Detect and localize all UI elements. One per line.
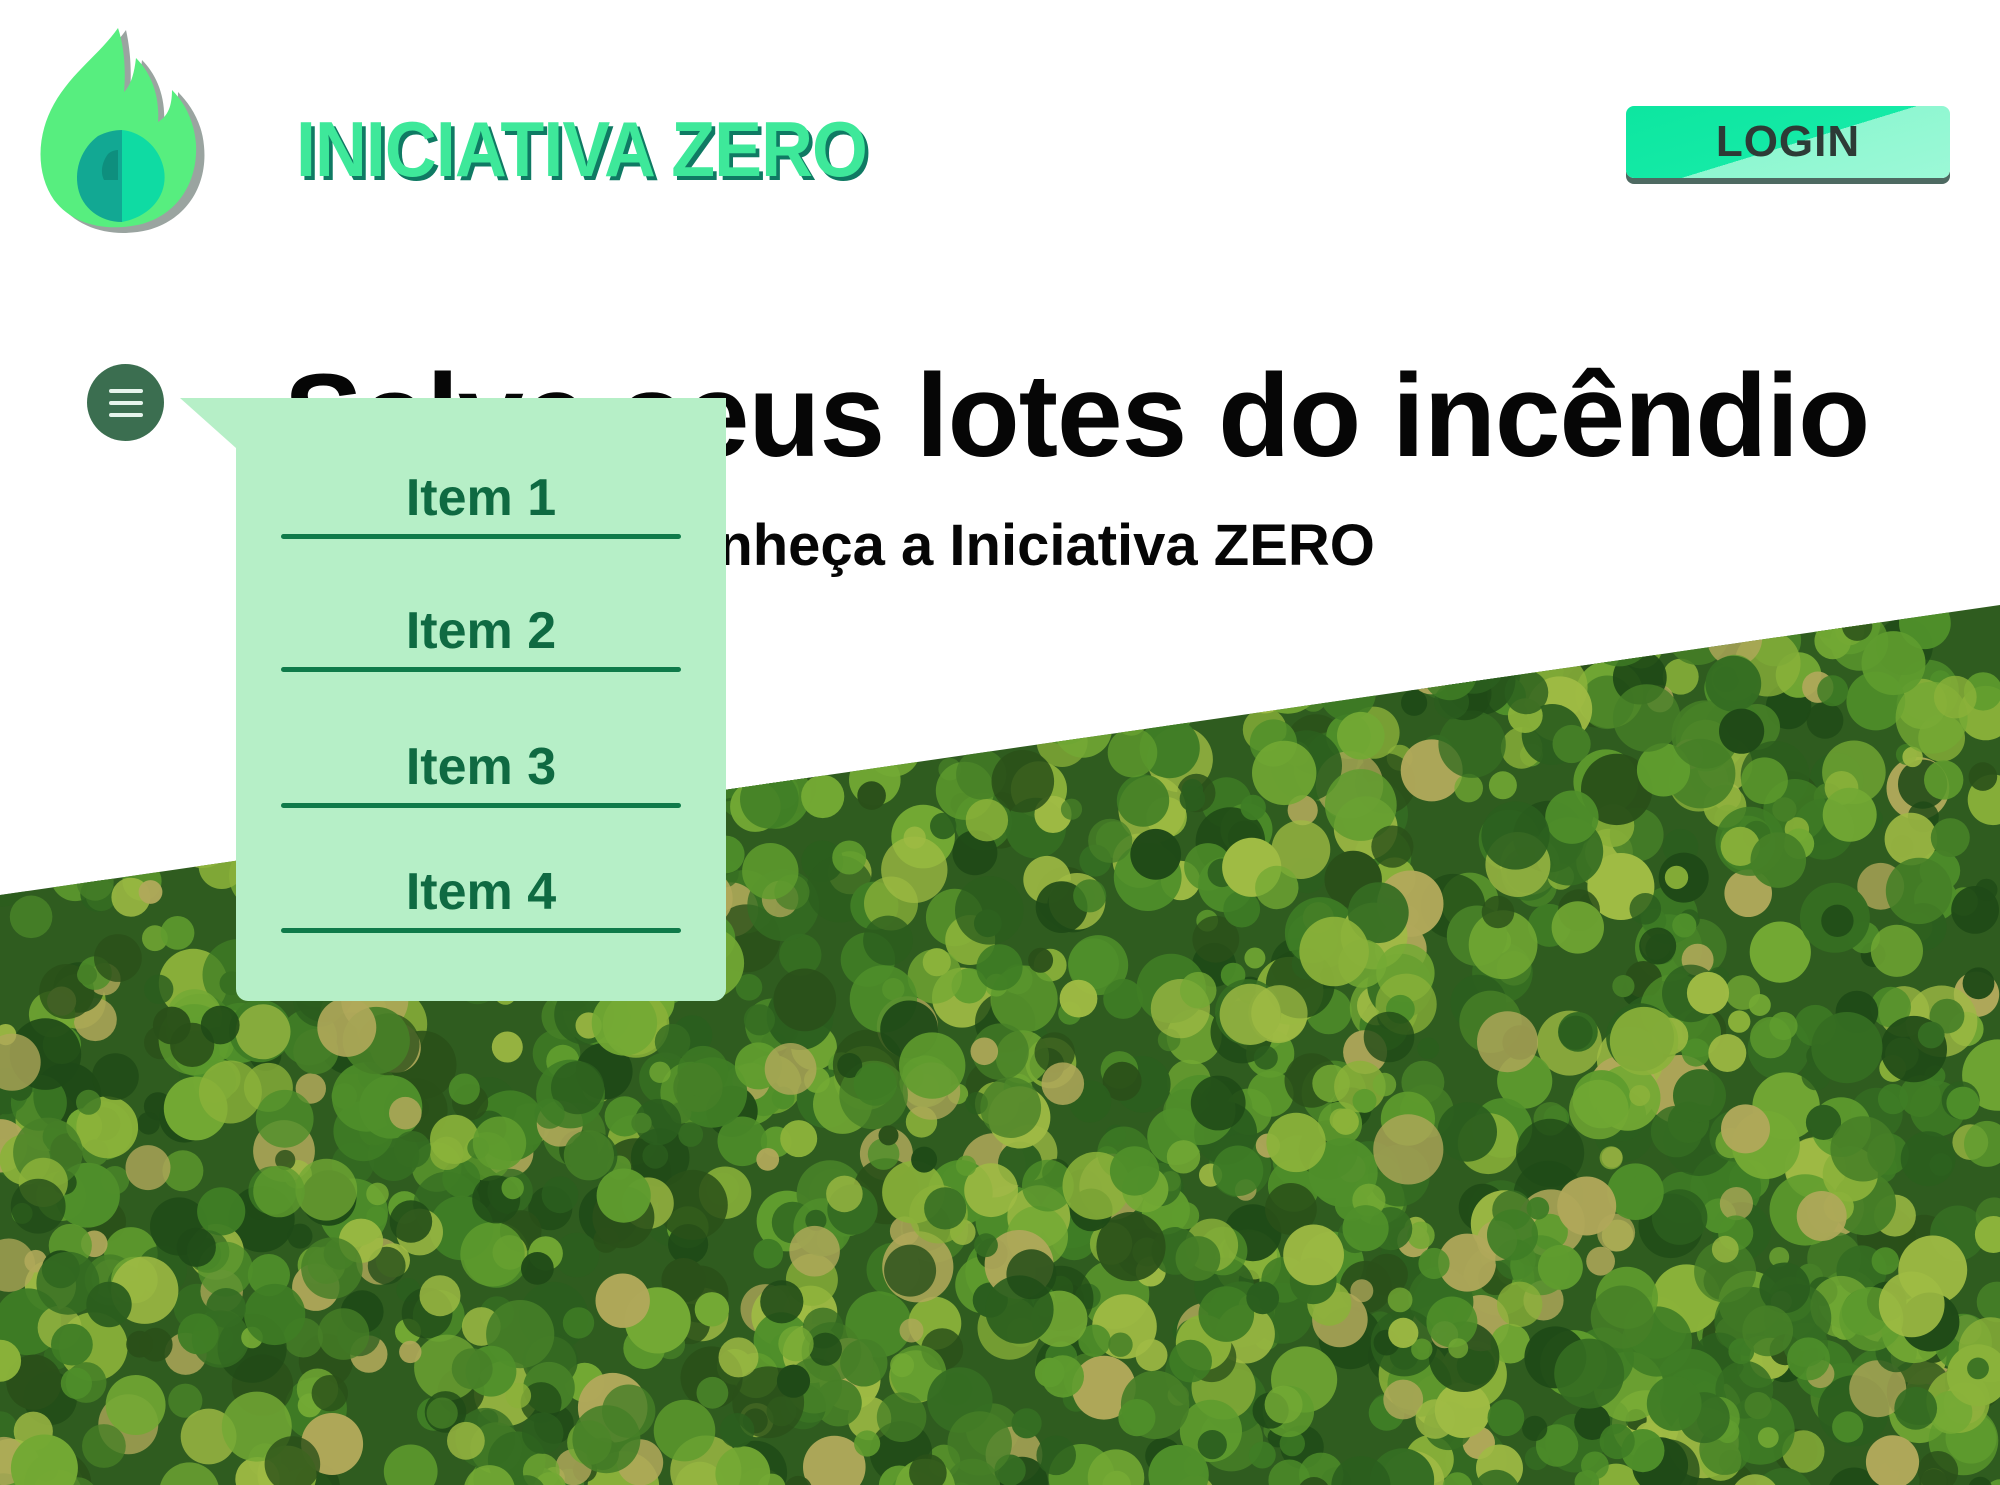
menu-item-divider (281, 803, 681, 808)
menu-item-label: Item 4 (405, 863, 557, 921)
dropdown-menu: Item 1 Item 2 Item 3 Item 4 (236, 398, 726, 1001)
hero-subtitle: Conheça a Iniciativa ZERO (640, 513, 1375, 578)
menu-item-label: Item 2 (405, 602, 557, 660)
login-button[interactable]: LOGIN (1626, 106, 1950, 178)
hamburger-menu-button[interactable] (87, 364, 164, 441)
menu-item-divider (281, 928, 681, 933)
dropdown-pointer (180, 398, 236, 448)
landing-page: INICIATIVA ZERO LOGIN Salve seus lotes d… (0, 0, 2000, 1485)
menu-item-divider (281, 534, 681, 539)
brand-title: INICIATIVA ZERO (296, 105, 868, 193)
flame-logo-icon[interactable] (38, 26, 210, 236)
menu-item-3[interactable]: Item 3 (281, 737, 681, 808)
menu-item-1[interactable]: Item 1 (281, 468, 681, 539)
menu-item-label: Item 3 (405, 738, 557, 796)
menu-item-label: Item 1 (405, 469, 557, 527)
menu-item-2[interactable]: Item 2 (281, 601, 681, 672)
hamburger-menu-icon (108, 388, 143, 417)
menu-item-4[interactable]: Item 4 (281, 862, 681, 933)
menu-item-divider (281, 667, 681, 672)
